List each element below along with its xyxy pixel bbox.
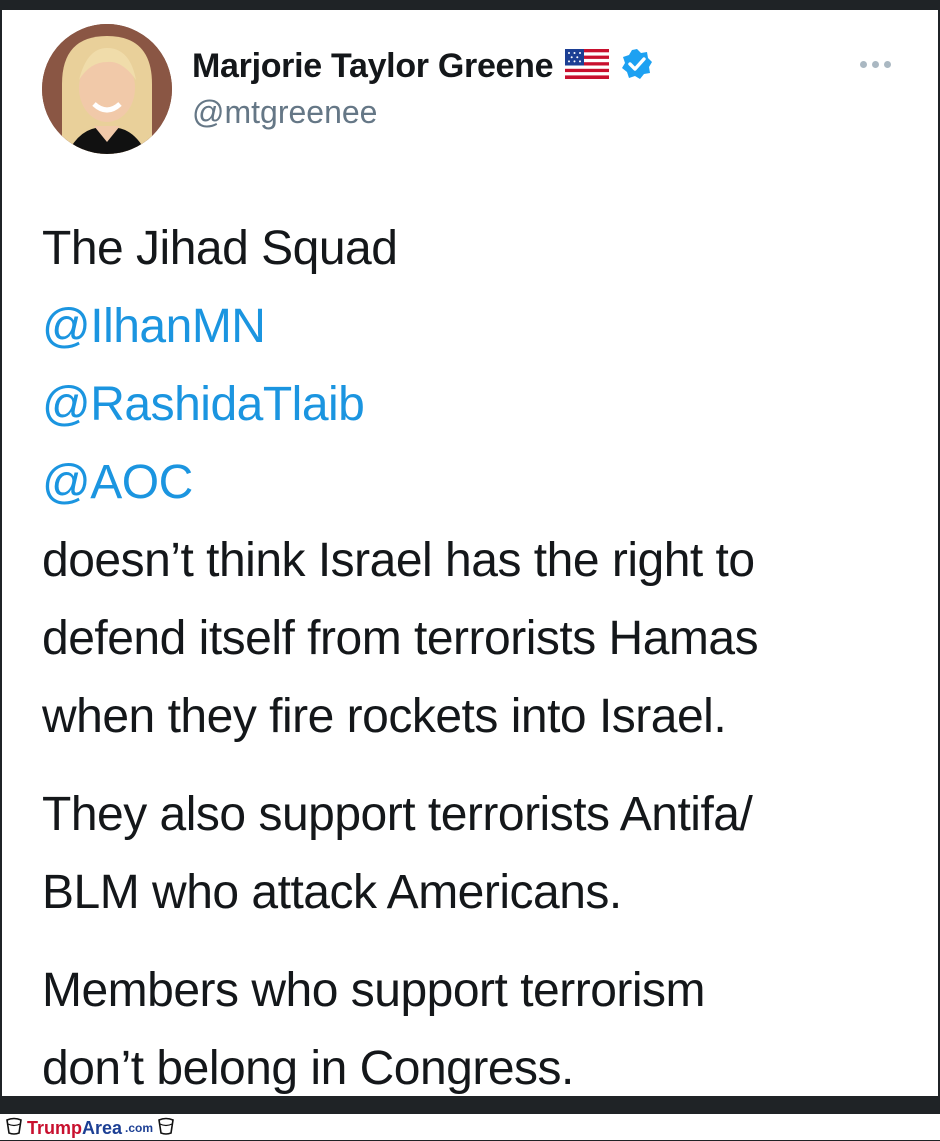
cup-icon xyxy=(4,1116,24,1141)
tweet-line: when they fire rockets into Israel. xyxy=(42,690,727,743)
tweet-line: BLM who attack Americans. xyxy=(42,866,622,919)
tweet-card: Marjorie Taylor Greene @mtgreenee The Ji… xyxy=(2,10,938,1096)
tweet-line: doesn’t think Israel has the right to xyxy=(42,534,755,587)
name-row: Marjorie Taylor Greene xyxy=(192,44,653,88)
tweet-line: The Jihad Squad xyxy=(42,222,398,275)
tweet-line: They also support terrorists Antifa/ xyxy=(42,788,753,841)
display-name[interactable]: Marjorie Taylor Greene xyxy=(192,47,554,86)
watermark: TrumpArea .com xyxy=(4,1117,176,1139)
user-handle[interactable]: @mtgreenee xyxy=(192,94,377,131)
tweet-line: don’t belong in Congress. xyxy=(42,1042,574,1095)
mention-link[interactable]: @IlhanMN xyxy=(42,288,912,366)
mention-link[interactable]: @RashidaTlaib xyxy=(42,366,912,444)
more-dot xyxy=(872,60,879,68)
more-options-icon[interactable] xyxy=(860,54,900,74)
watermark-text: TrumpArea xyxy=(27,1118,122,1139)
watermark-bar: TrumpArea .com xyxy=(0,1114,940,1140)
avatar[interactable] xyxy=(42,24,172,154)
tweet-line: defend itself from terrorists Hamas xyxy=(42,612,759,665)
verified-badge-icon xyxy=(621,48,653,85)
watermark-part2: Area xyxy=(82,1117,123,1138)
cup-icon xyxy=(156,1116,176,1141)
mention-link[interactable]: @AOC xyxy=(42,444,912,522)
us-flag-icon xyxy=(565,48,610,84)
tweet-text: The Jihad Squad @IlhanMN @RashidaTlaib @… xyxy=(42,210,912,1096)
watermark-part1: Trump xyxy=(27,1117,83,1138)
more-dot xyxy=(884,60,891,68)
more-dot xyxy=(860,60,867,68)
watermark-suffix: .com xyxy=(125,1121,154,1135)
tweet-line: Members who support terrorism xyxy=(42,964,706,1017)
